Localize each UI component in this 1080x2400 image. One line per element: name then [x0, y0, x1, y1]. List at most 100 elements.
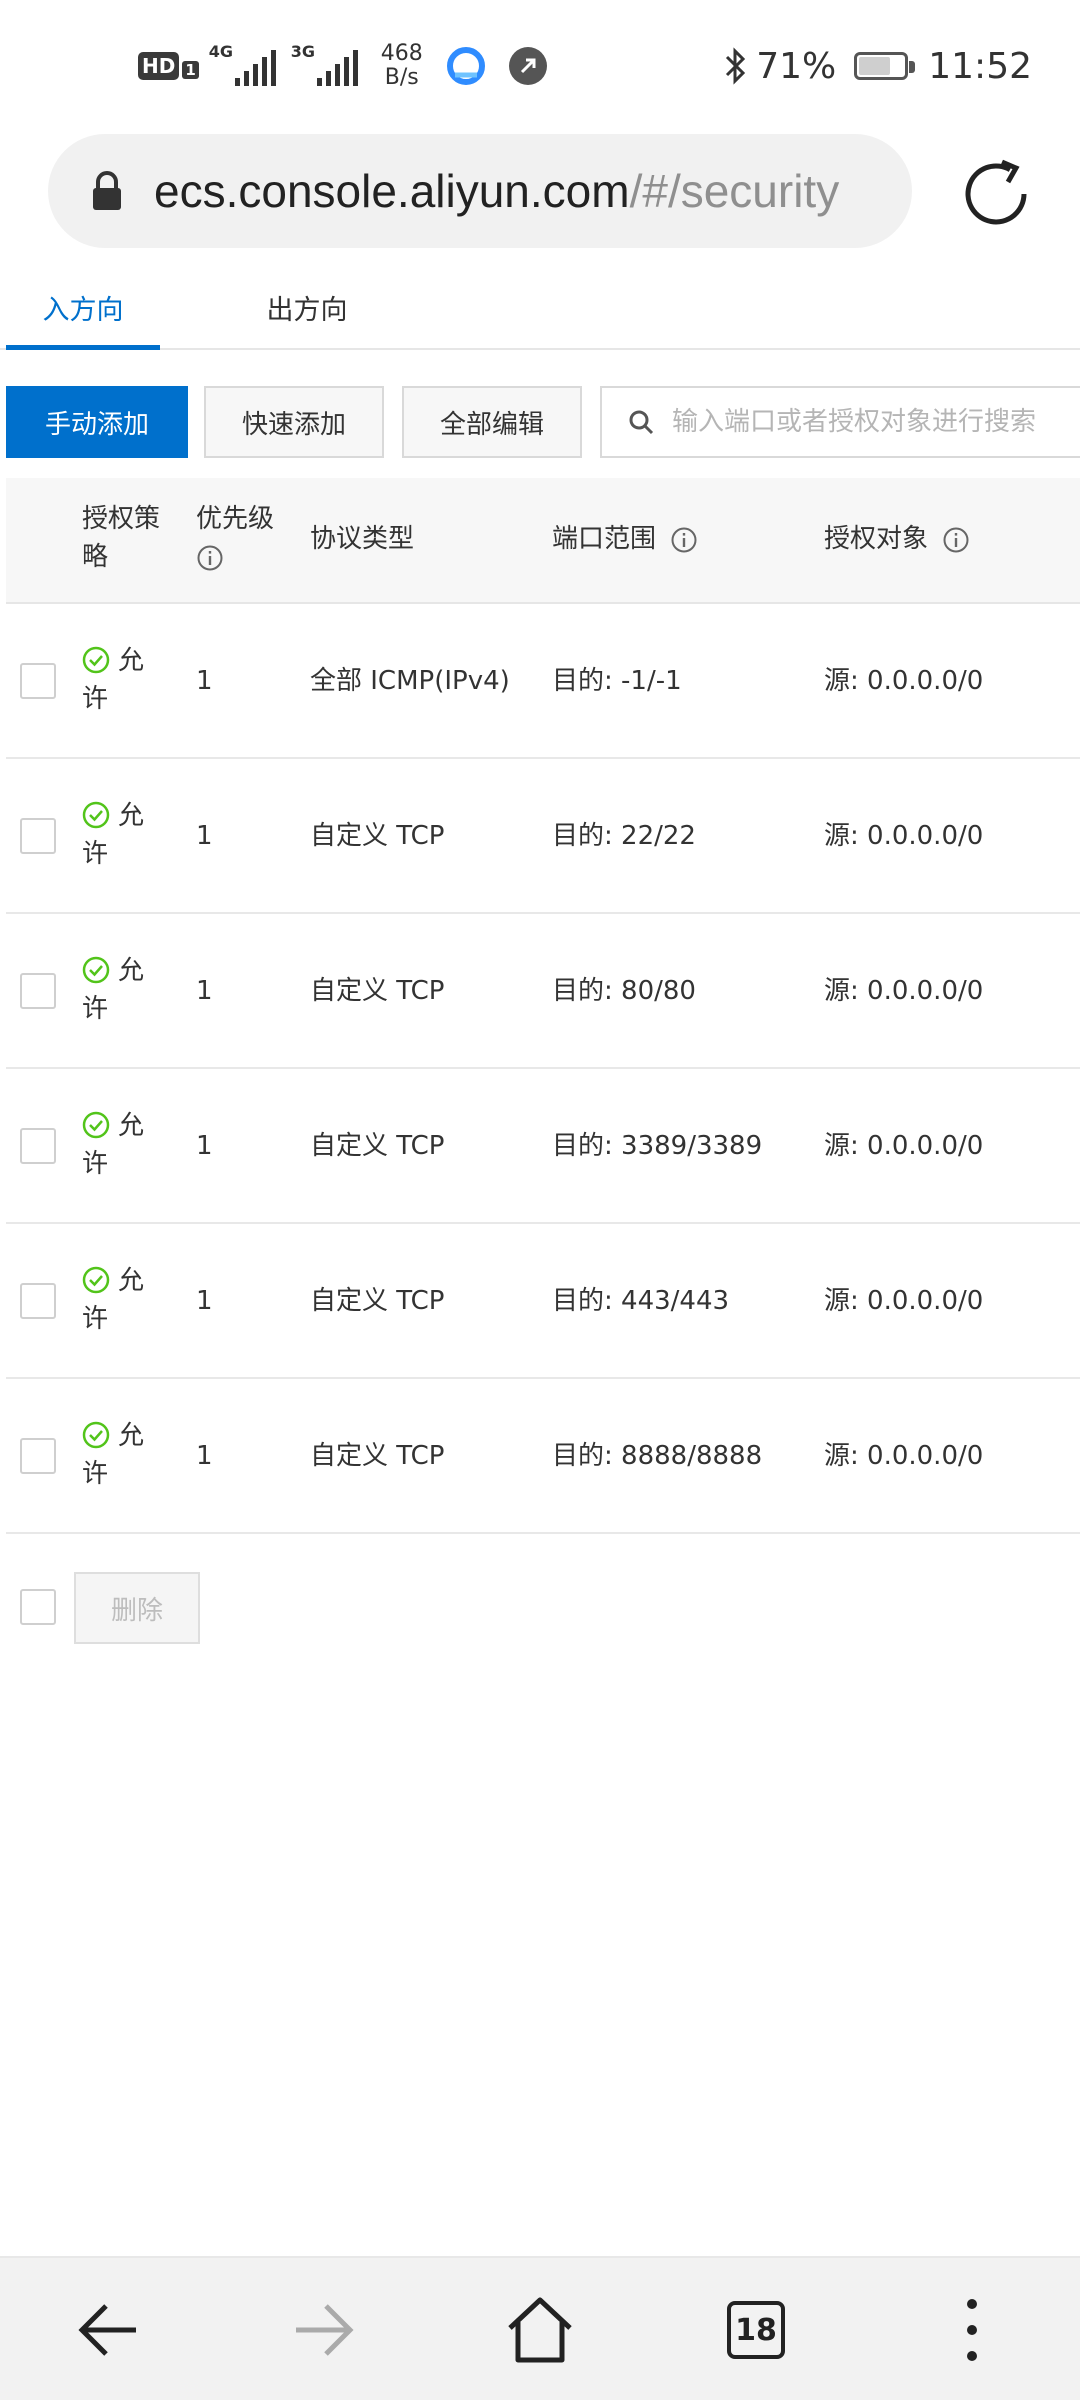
priority-cell: 1 — [196, 821, 213, 851]
port-range-cell: 目的: 8888/8888 — [552, 1441, 763, 1471]
auth-object-cell: 源: 0.0.0.0/0 — [824, 1441, 984, 1471]
back-arrow-icon — [78, 2304, 136, 2356]
speed-value: 468 — [380, 41, 423, 66]
edit-all-button[interactable]: 全部编辑 — [402, 386, 582, 458]
protocol-cell: 自定义 TCP — [310, 1131, 445, 1161]
priority-cell: 1 — [196, 1286, 213, 1316]
protocol-cell: 自定义 TCP — [310, 976, 445, 1006]
sim-index: 1 — [182, 61, 199, 79]
table-row: 允许 1 自定义 TCP 目的: 80/80 源: 0.0.0.0/0 — [6, 914, 1080, 1069]
menu-button[interactable] — [892, 2258, 1052, 2400]
menu-dots-icon — [967, 2299, 977, 2361]
protocol-cell: 自定义 TCP — [310, 1286, 445, 1316]
info-icon[interactable] — [942, 526, 970, 554]
network-type-2: 3G — [290, 42, 316, 61]
remote-app-icon — [508, 47, 547, 85]
info-icon[interactable] — [196, 544, 224, 572]
status-right: 71% 11:52 — [724, 38, 1032, 94]
check-circle-icon — [82, 801, 110, 829]
forward-button[interactable] — [244, 2258, 404, 2400]
policy-cell: 允许 — [82, 1417, 162, 1493]
clock: 11:52 — [928, 45, 1032, 87]
info-icon[interactable] — [670, 526, 698, 554]
speed-unit: B/s — [384, 65, 419, 90]
battery-icon — [854, 52, 916, 80]
browser-app-icon — [446, 47, 485, 85]
protocol-cell: 自定义 TCP — [310, 1441, 445, 1471]
table-row: 允许 1 自定义 TCP 目的: 8888/8888 源: 0.0.0.0/0 — [6, 1379, 1080, 1534]
tab-outbound-label: 出方向 — [266, 294, 348, 326]
policy-cell: 允许 — [82, 797, 162, 873]
tab-count: 18 — [735, 2312, 777, 2348]
header-port-range: 端口范围 — [552, 520, 698, 558]
auth-object-cell: 源: 0.0.0.0/0 — [824, 821, 984, 851]
auth-object-cell: 源: 0.0.0.0/0 — [824, 1286, 984, 1316]
tabs-button[interactable]: 18 — [676, 2258, 836, 2400]
header-priority-label: 优先级 — [196, 504, 275, 534]
protocol-cell: 自定义 TCP — [310, 821, 445, 851]
delete-button[interactable]: 删除 — [74, 1572, 200, 1644]
url-host: ecs.console.aliyun.com — [154, 165, 630, 217]
table-row: 允许 1 自定义 TCP 目的: 22/22 源: 0.0.0.0/0 — [6, 759, 1080, 914]
table-row: 允许 1 自定义 TCP 目的: 3389/3389 源: 0.0.0.0/0 — [6, 1069, 1080, 1224]
url-text[interactable]: ecs.console.aliyun.com/#/security — [154, 164, 839, 218]
row-checkbox[interactable] — [20, 973, 56, 1009]
signal-4g: 4G — [209, 42, 281, 90]
policy-cell: 允许 — [82, 952, 162, 1028]
url-bar[interactable]: ecs.console.aliyun.com/#/security — [48, 134, 912, 248]
search-icon — [629, 410, 654, 435]
priority-cell: 1 — [196, 666, 213, 696]
network-type-1: 4G — [208, 42, 234, 61]
signal-bars-icon — [234, 50, 276, 86]
priority-cell: 1 — [196, 1131, 213, 1161]
status-bar: HD 1 4G 3G 468 B/s 71% 11:52 — [0, 0, 1080, 130]
port-range-cell: 目的: -1/-1 — [552, 666, 682, 696]
bluetooth-icon — [726, 47, 746, 85]
priority-cell: 1 — [196, 1441, 213, 1471]
check-circle-icon — [82, 1266, 110, 1294]
reload-icon[interactable] — [958, 156, 1034, 232]
battery-percent: 71% — [756, 45, 837, 87]
policy-cell: 允许 — [82, 1262, 162, 1338]
quick-add-button[interactable]: 快速添加 — [204, 386, 384, 458]
hd-label: HD — [138, 52, 180, 80]
port-range-cell: 目的: 80/80 — [552, 976, 696, 1006]
header-protocol-label: 协议类型 — [310, 524, 415, 554]
table-header: 授权策略 优先级 协议类型 端口范围 授权对象 — [6, 478, 1080, 604]
check-circle-icon — [82, 1421, 110, 1449]
tab-inbound[interactable]: 入方向 — [6, 264, 160, 350]
tab-outbound[interactable]: 出方向 — [230, 264, 384, 350]
url-path: /#/security — [629, 165, 840, 217]
row-checkbox[interactable] — [20, 818, 56, 854]
policy-cell: 允许 — [82, 642, 162, 718]
header-priority: 优先级 — [196, 500, 286, 576]
search-input[interactable] — [672, 407, 1080, 437]
tab-inbound-label: 入方向 — [42, 294, 124, 326]
home-button[interactable] — [460, 2258, 620, 2400]
check-circle-icon — [82, 956, 110, 984]
select-all-checkbox[interactable] — [20, 1589, 56, 1625]
home-icon — [508, 2297, 572, 2363]
header-auth-object-label: 授权对象 — [824, 524, 929, 554]
protocol-cell: 全部 ICMP(IPv4) — [310, 666, 510, 696]
auth-object-cell: 源: 0.0.0.0/0 — [824, 1131, 984, 1161]
row-checkbox[interactable] — [20, 1283, 56, 1319]
browser-bottom-nav: 18 — [0, 2256, 1080, 2400]
manual-add-button[interactable]: 手动添加 — [6, 386, 188, 458]
search-box[interactable] — [600, 386, 1080, 458]
header-policy-label: 授权策略 — [82, 504, 161, 572]
row-checkbox[interactable] — [20, 1128, 56, 1164]
tabs-icon: 18 — [727, 2301, 785, 2359]
row-checkbox[interactable] — [20, 663, 56, 699]
status-left: HD 1 4G 3G 468 B/s — [138, 38, 547, 94]
lock-icon — [93, 171, 121, 210]
auth-object-cell: 源: 0.0.0.0/0 — [824, 976, 984, 1006]
back-button[interactable] — [28, 2258, 188, 2400]
port-range-cell: 目的: 22/22 — [552, 821, 696, 851]
header-policy: 授权策略 — [82, 500, 178, 576]
priority-cell: 1 — [196, 976, 213, 1006]
header-port-range-label: 端口范围 — [552, 524, 657, 554]
header-protocol: 协议类型 — [310, 520, 414, 558]
port-range-cell: 目的: 443/443 — [552, 1286, 730, 1316]
row-checkbox[interactable] — [20, 1438, 56, 1474]
